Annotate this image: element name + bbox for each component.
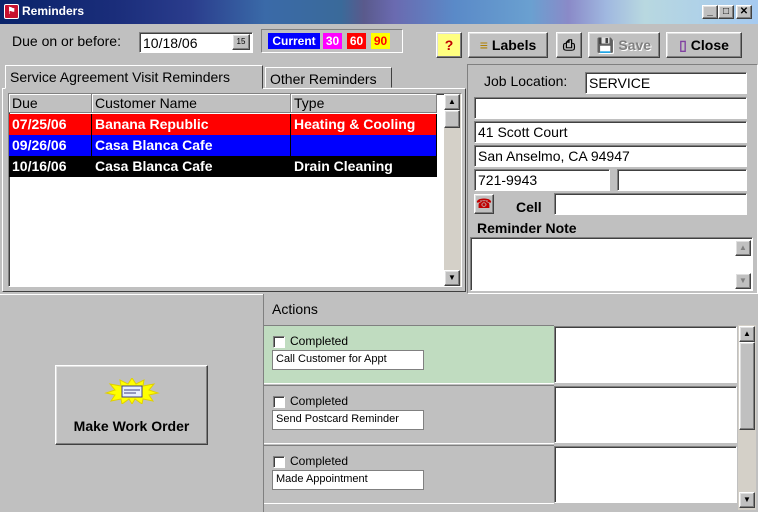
action-note-field[interactable] bbox=[554, 326, 737, 383]
save-button-label: Save bbox=[618, 37, 652, 53]
cell-customer: Banana Republic bbox=[92, 114, 291, 135]
cell-type bbox=[291, 135, 437, 156]
aging-current: Current bbox=[268, 33, 320, 49]
action-text-field[interactable]: Send Postcard Reminder bbox=[272, 410, 424, 430]
aging-90: 90 bbox=[371, 33, 390, 49]
maximize-button[interactable]: □ bbox=[718, 5, 734, 19]
action-text-field[interactable]: Made Appointment bbox=[272, 470, 424, 490]
close-button-label: Close bbox=[690, 37, 729, 53]
cell-label: Cell bbox=[516, 199, 542, 215]
minimize-button[interactable]: _ bbox=[702, 5, 718, 19]
completed-label: Completed bbox=[290, 394, 349, 408]
column-header-type[interactable]: Type bbox=[291, 94, 437, 113]
window-title: Reminders bbox=[22, 4, 85, 18]
completed-label: Completed bbox=[290, 334, 349, 348]
cell-customer: Casa Blanca Cafe bbox=[92, 135, 291, 156]
due-date-label: Due on or before: bbox=[12, 33, 121, 49]
work-order-burst-icon bbox=[104, 377, 160, 405]
job-location-field[interactable]: SERVICE bbox=[585, 72, 747, 94]
actions-scroll-down-button[interactable]: ▼ bbox=[739, 492, 755, 508]
calendar-icon: 15 bbox=[236, 37, 246, 46]
close-button[interactable]: ▯ Close bbox=[666, 32, 742, 58]
actions-scroll-thumb[interactable] bbox=[739, 342, 755, 430]
note-scroll-up-button[interactable]: ▲ bbox=[735, 240, 751, 256]
reminder-note-label: Reminder Note bbox=[477, 220, 577, 236]
app-flag-icon: ⚑ bbox=[4, 4, 19, 19]
job-city-state-zip-field[interactable]: San Anselmo, CA 94947 bbox=[474, 145, 747, 167]
actions-title: Actions bbox=[272, 301, 318, 317]
table-row[interactable]: 09/26/06 Casa Blanca Cafe bbox=[9, 135, 437, 156]
table-row[interactable]: 10/16/06 Casa Blanca Cafe Drain Cleaning bbox=[9, 156, 437, 177]
actions-scroll-up-button[interactable]: ▲ bbox=[739, 326, 755, 342]
printer-icon: ⎙ bbox=[562, 36, 575, 54]
make-work-order-button[interactable]: Make Work Order bbox=[55, 365, 208, 445]
job-location-label: Job Location: bbox=[484, 73, 568, 89]
labels-button[interactable]: ≡ Labels bbox=[468, 32, 548, 58]
labels-icon: ≡ bbox=[479, 37, 488, 53]
scroll-thumb[interactable] bbox=[444, 110, 460, 128]
telephone-icon: ☎ bbox=[475, 196, 493, 211]
job-phone-field[interactable]: 721-9943 bbox=[474, 169, 610, 191]
cell-due: 10/16/06 bbox=[9, 156, 92, 177]
aging-60: 60 bbox=[347, 33, 366, 49]
cell-type: Heating & Cooling bbox=[291, 114, 437, 135]
scroll-up-button[interactable]: ▲ bbox=[444, 94, 460, 110]
scroll-down-button[interactable]: ▼ bbox=[444, 270, 460, 286]
job-address-field[interactable]: 41 Scott Court bbox=[474, 121, 747, 143]
calendar-button[interactable]: 15 bbox=[232, 34, 250, 50]
action-note-field[interactable] bbox=[554, 446, 737, 503]
cell-customer: Casa Blanca Cafe bbox=[92, 156, 291, 177]
phone-dial-button[interactable]: ☎ bbox=[474, 194, 494, 214]
floppy-disk-icon: 💾 bbox=[596, 36, 615, 53]
job-name-field[interactable] bbox=[474, 97, 747, 119]
cell-phone-field[interactable] bbox=[554, 193, 747, 215]
door-exit-icon: ▯ bbox=[679, 36, 687, 53]
job-phone2-field[interactable] bbox=[617, 169, 747, 191]
completed-label: Completed bbox=[290, 454, 349, 468]
close-window-button[interactable]: ✕ bbox=[736, 5, 752, 19]
completed-checkbox[interactable] bbox=[273, 456, 285, 468]
cell-due: 09/26/06 bbox=[9, 135, 92, 156]
reminder-note-textarea[interactable] bbox=[470, 237, 753, 291]
action-note-field[interactable] bbox=[554, 386, 737, 443]
completed-checkbox[interactable] bbox=[273, 396, 285, 408]
tab-service-agreement-reminders[interactable]: Service Agreement Visit Reminders bbox=[5, 65, 263, 89]
completed-checkbox[interactable] bbox=[273, 336, 285, 348]
column-header-customer-name[interactable]: Customer Name bbox=[92, 94, 291, 113]
aging-30: 30 bbox=[323, 33, 342, 49]
action-text-field[interactable]: Call Customer for Appt bbox=[272, 350, 424, 370]
note-scroll-down-button[interactable]: ▼ bbox=[735, 273, 751, 289]
cell-due: 07/25/06 bbox=[9, 114, 92, 135]
help-button[interactable]: ? bbox=[436, 32, 462, 58]
cell-type: Drain Cleaning bbox=[291, 156, 437, 177]
column-header-due[interactable]: Due bbox=[9, 94, 92, 113]
save-button[interactable]: 💾 Save bbox=[588, 32, 660, 58]
tab-other-reminders[interactable]: Other Reminders bbox=[265, 67, 392, 88]
help-icon: ? bbox=[444, 37, 454, 53]
print-button[interactable]: ⎙ bbox=[556, 32, 582, 58]
table-row[interactable]: 07/25/06 Banana Republic Heating & Cooli… bbox=[9, 114, 437, 135]
make-work-order-label: Make Work Order bbox=[73, 418, 190, 434]
labels-button-label: Labels bbox=[491, 37, 537, 53]
title-bar[interactable]: ⚑ Reminders _ □ ✕ bbox=[0, 0, 758, 24]
